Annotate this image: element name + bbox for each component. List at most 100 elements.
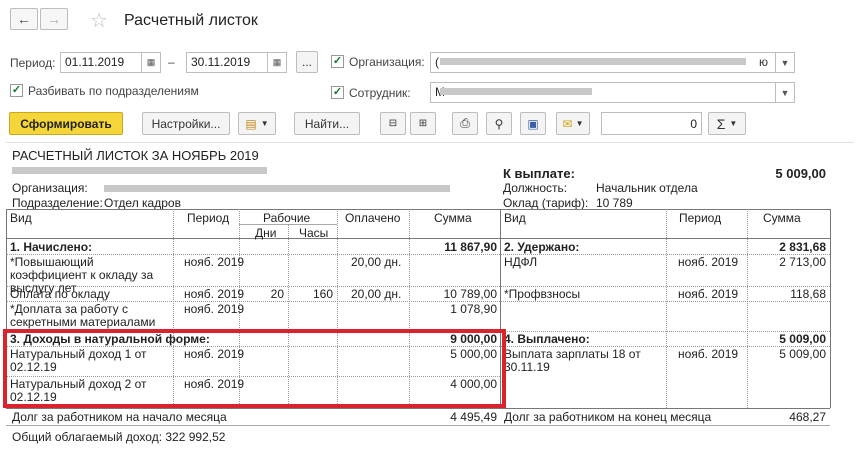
calendar-icon: ▦ bbox=[146, 57, 156, 67]
calendar-icon: ▦ bbox=[272, 57, 282, 67]
employee-label: Сотрудник: bbox=[349, 86, 411, 100]
table-row-paid: 20,00 дн. bbox=[351, 255, 402, 269]
arrow-left-icon: ← bbox=[17, 11, 31, 27]
employee-dropdown-button[interactable]: ▼ bbox=[775, 82, 795, 103]
table-row: *Профвзносы bbox=[504, 287, 581, 301]
report-area: РАСЧЕТНЫЙ ЛИСТОК ЗА НОЯБРЬ 2019 Организа… bbox=[3, 142, 854, 449]
table-row-sum: 2 713,00 bbox=[779, 255, 826, 269]
table-row-sum: 118,68 bbox=[790, 287, 826, 301]
save-button[interactable]: ▣ bbox=[520, 112, 546, 135]
taxable-income: Общий облагаемый доход: 322 992,52 bbox=[12, 430, 226, 444]
to-pay-label: К выплате: bbox=[503, 166, 575, 181]
position-value: Начальник отдела bbox=[596, 181, 698, 195]
table-row-sum: 1 078,90 bbox=[450, 302, 497, 316]
table-row-days: 20 bbox=[270, 287, 284, 301]
settings-button[interactable]: Настройки... bbox=[142, 112, 230, 135]
period-label: Период: bbox=[10, 56, 56, 70]
arrow-right-icon: → bbox=[47, 11, 61, 27]
summary-border bbox=[6, 425, 830, 426]
debt-start-value: 4 495,49 bbox=[450, 410, 497, 424]
calendar-from-button[interactable]: ▦ bbox=[141, 52, 161, 73]
highlight-frame bbox=[3, 329, 506, 408]
table-bottom-border bbox=[6, 408, 830, 409]
table-right-border bbox=[830, 209, 831, 408]
col-header-working: Рабочие bbox=[263, 211, 311, 225]
table-row: НДФЛ bbox=[504, 255, 538, 269]
table-top-border bbox=[6, 209, 830, 210]
table-row-period: нояб. 2019 bbox=[184, 302, 245, 316]
accrued-title: 1. Начислено: bbox=[10, 240, 93, 254]
redacted-organization bbox=[440, 58, 746, 65]
window-title: Расчетный листок bbox=[124, 12, 258, 29]
row-sep bbox=[6, 301, 830, 302]
organization-value-end: ю bbox=[759, 55, 768, 69]
chevron-down-icon: ▼ bbox=[575, 119, 584, 128]
debt-start-label: Долг за работником на начало месяца bbox=[12, 410, 227, 424]
table-row: Выплата зарплаты 18 от 30.11.19 bbox=[504, 347, 641, 374]
table-row-hours: 160 bbox=[312, 287, 333, 301]
favorite-star-icon[interactable]: ☆ bbox=[90, 8, 108, 33]
send-email-button[interactable]: ✉ ▼ bbox=[556, 112, 590, 135]
col-sep bbox=[666, 209, 667, 408]
to-pay-value: 5 009,00 bbox=[775, 166, 826, 181]
position-label: Должность: bbox=[503, 181, 568, 195]
debt-end-label: Долг за работником на конец месяца bbox=[504, 410, 712, 424]
table-row-period: нояб. 2019 bbox=[678, 347, 739, 361]
calendar-to-button[interactable]: ▦ bbox=[267, 52, 287, 73]
variants-button[interactable]: ▤ ▼ bbox=[238, 112, 276, 135]
expand-groups-button[interactable]: ⊞ bbox=[410, 112, 436, 135]
table-row-period: нояб. 2019 bbox=[184, 287, 245, 301]
table-row: Оплата по окладу bbox=[10, 287, 110, 301]
date-from-input[interactable]: 01.11.2019 bbox=[60, 52, 142, 73]
forward-button[interactable]: → bbox=[40, 8, 68, 30]
split-by-department-checkbox[interactable]: ✓ bbox=[10, 84, 23, 97]
chevron-down-icon: ▼ bbox=[260, 119, 269, 128]
organization-checkbox[interactable]: ✓ bbox=[331, 55, 344, 68]
report-title: РАСЧЕТНЫЙ ЛИСТОК ЗА НОЯБРЬ 2019 bbox=[12, 148, 259, 163]
preview-button[interactable]: ⚲ bbox=[486, 112, 512, 135]
table-row-period: нояб. 2019 bbox=[678, 287, 739, 301]
organization-dropdown-button[interactable]: ▼ bbox=[775, 52, 795, 73]
col-header-kind-right: Вид bbox=[504, 211, 526, 225]
envelope-icon: ✉ bbox=[562, 116, 573, 131]
save-icon: ▣ bbox=[527, 116, 539, 131]
col-header-period-right: Период bbox=[679, 211, 722, 225]
redacted-organization-name bbox=[104, 185, 450, 192]
printer-icon: ⎙ bbox=[460, 116, 470, 130]
print-preview-icon: ⚲ bbox=[494, 116, 504, 131]
paid-total: 5 009,00 bbox=[779, 332, 826, 346]
withheld-title: 2. Удержано: bbox=[504, 240, 580, 254]
col-header-sum: Сумма bbox=[434, 211, 472, 225]
generate-button[interactable]: Сформировать bbox=[9, 112, 123, 135]
table-row-paid: 20,00 дн. bbox=[351, 287, 402, 301]
find-button[interactable]: Найти... bbox=[294, 112, 360, 135]
col-header-period: Период bbox=[187, 211, 230, 225]
sum-icon: Σ bbox=[716, 115, 726, 132]
print-button[interactable]: ⎙ bbox=[452, 112, 478, 135]
split-by-department-label: Разбивать по подразделениям bbox=[28, 84, 199, 98]
expand-icon: ⊞ bbox=[418, 118, 428, 129]
chevron-down-icon: ▼ bbox=[729, 119, 738, 128]
organization-label: Организация: bbox=[349, 55, 425, 69]
sum-button[interactable]: Σ ▼ bbox=[708, 112, 746, 135]
report-variants-icon: ▤ bbox=[245, 116, 257, 131]
table-header-border bbox=[6, 238, 830, 239]
chevron-down-icon: ▼ bbox=[780, 87, 790, 98]
employee-checkbox[interactable]: ✓ bbox=[331, 86, 344, 99]
accrued-total: 11 867,90 bbox=[444, 240, 497, 254]
col-header-kind: Вид bbox=[10, 211, 32, 225]
table-row-sum: 5 009,00 bbox=[779, 347, 826, 361]
table-row-period: нояб. 2019 bbox=[678, 255, 739, 269]
col-sep bbox=[747, 209, 748, 408]
collapse-groups-button[interactable]: ⊟ bbox=[380, 112, 406, 135]
col-header-paid: Оплачено bbox=[345, 211, 401, 225]
date-to-input[interactable]: 30.11.2019 bbox=[186, 52, 268, 73]
period-dash: – bbox=[168, 55, 175, 69]
table-row-period: нояб. 2019 bbox=[184, 255, 245, 269]
back-button[interactable]: ← bbox=[10, 8, 38, 30]
collapse-icon: ⊟ bbox=[388, 118, 398, 129]
paid-title: 4. Выплачено: bbox=[504, 332, 590, 346]
amount-field[interactable]: 0 bbox=[601, 112, 702, 135]
redacted-employee bbox=[440, 88, 592, 95]
period-select-button[interactable]: ... bbox=[296, 51, 318, 73]
